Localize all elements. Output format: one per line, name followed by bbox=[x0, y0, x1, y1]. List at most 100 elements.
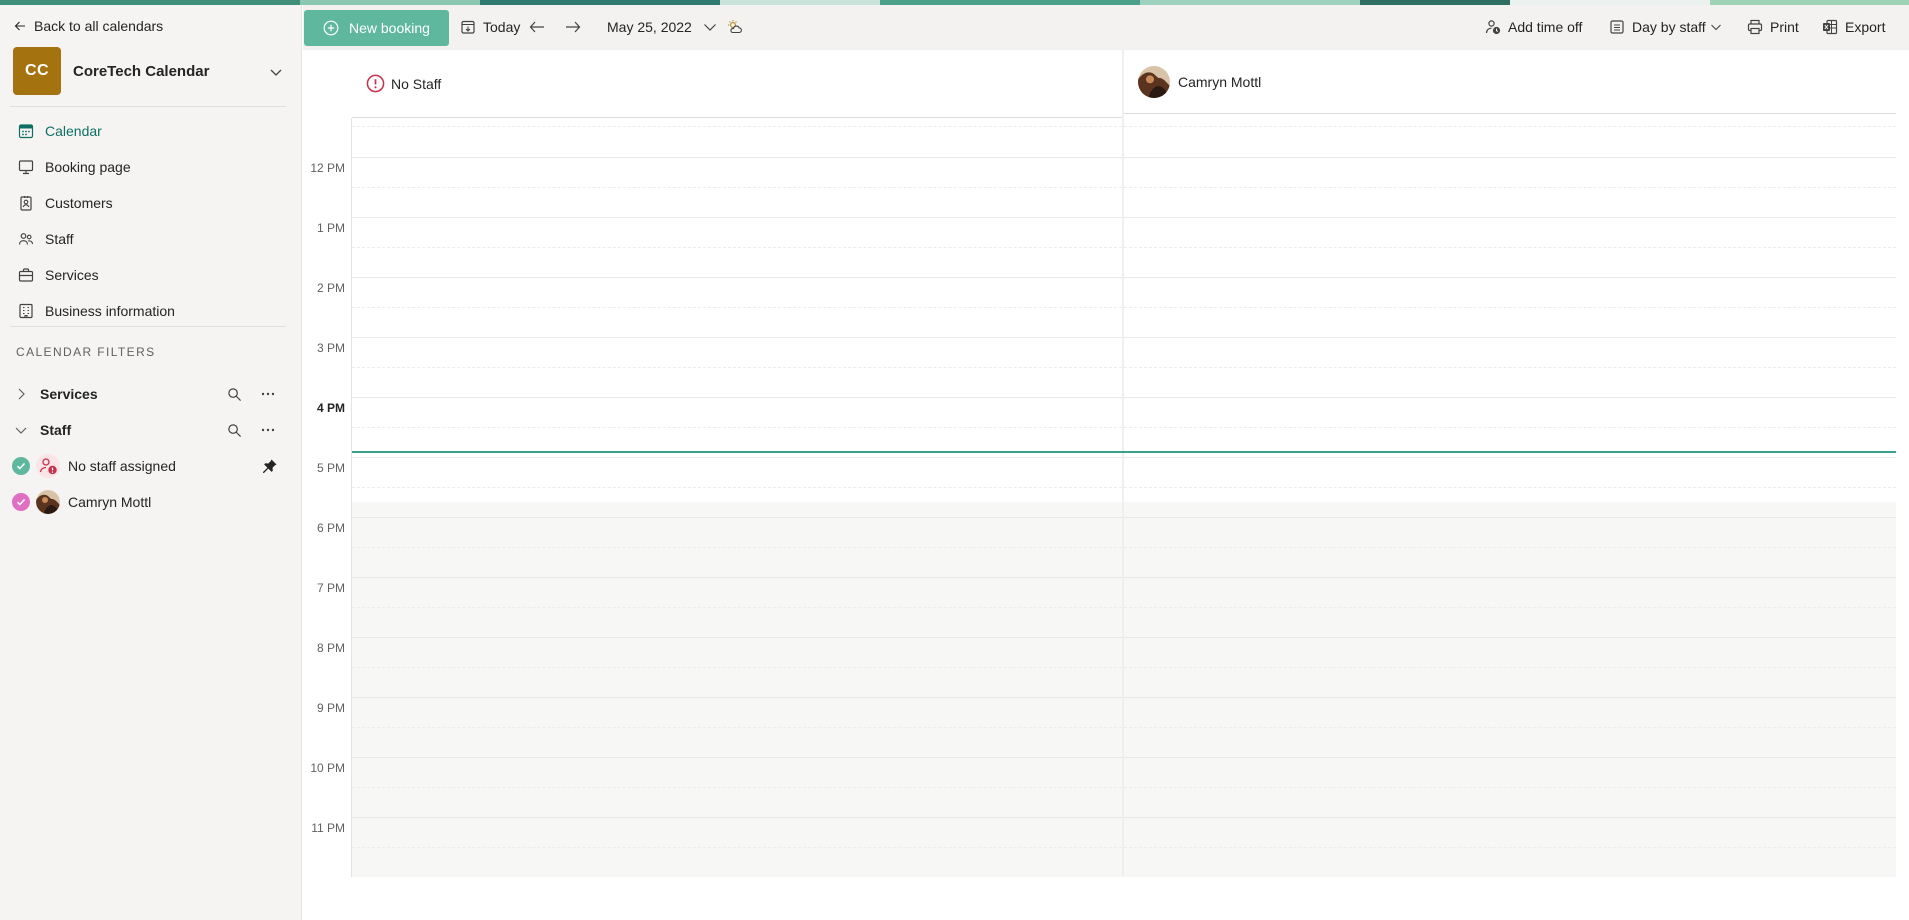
time-label-6pm: 6 PM bbox=[316, 521, 345, 535]
filter-group-services[interactable]: Services bbox=[0, 376, 302, 412]
people-icon bbox=[18, 233, 34, 245]
nav-item-label: Customers bbox=[45, 195, 113, 211]
arrow-left-icon bbox=[14, 21, 25, 31]
filter-group-staff[interactable]: Staff bbox=[0, 412, 302, 448]
add-time-off-label: Add time off bbox=[1508, 19, 1583, 35]
time-label-2pm: 2 PM bbox=[316, 281, 345, 295]
building-icon bbox=[19, 303, 33, 319]
calendar-switcher[interactable]: CC CoreTech Calendar bbox=[13, 47, 283, 95]
nav-item-business-information[interactable]: Business information bbox=[0, 293, 302, 329]
chevron-down-icon[interactable] bbox=[269, 65, 283, 79]
print-button[interactable]: Print bbox=[1747, 15, 1799, 39]
nav-item-booking-page[interactable]: Booking page bbox=[0, 149, 302, 185]
today-label: Today bbox=[483, 19, 521, 35]
new-booking-label: New booking bbox=[349, 20, 430, 36]
view-switcher[interactable]: Day by staff bbox=[1609, 15, 1722, 39]
day-calendar-grid: No Staff Camryn Mottl 12 PM 1 PM 2 PM 3 … bbox=[303, 50, 1909, 920]
pin-icon[interactable] bbox=[262, 458, 278, 474]
person-clock-icon bbox=[1485, 20, 1501, 35]
nav-item-label: Services bbox=[45, 267, 99, 283]
calendar-filters-title: CALENDAR FILTERS bbox=[16, 345, 156, 359]
previous-day-button[interactable] bbox=[529, 15, 545, 39]
contact-card-icon bbox=[20, 196, 32, 211]
nav-item-staff[interactable]: Staff bbox=[0, 221, 302, 257]
checkmark-icon[interactable] bbox=[12, 493, 30, 511]
time-label-1pm: 1 PM bbox=[316, 221, 345, 235]
staff-filter-camryn-mottl[interactable]: Camryn Mottl bbox=[0, 484, 302, 520]
nav-item-services[interactable]: Services bbox=[0, 257, 302, 293]
back-link-label: Back to all calendars bbox=[34, 18, 164, 34]
date-picker-dropdown[interactable] bbox=[702, 15, 718, 39]
search-icon[interactable] bbox=[227, 423, 242, 438]
calendar-today-icon bbox=[461, 20, 475, 34]
arrow-right-icon bbox=[566, 21, 581, 33]
time-label-7pm: 7 PM bbox=[316, 581, 345, 595]
nav-item-calendar[interactable]: Calendar bbox=[0, 113, 302, 149]
calendar-name: CoreTech Calendar bbox=[73, 62, 210, 80]
filter-group-label: Staff bbox=[40, 422, 72, 438]
sidebar: Back to all calendars CC CoreTech Calend… bbox=[0, 5, 302, 920]
current-date: May 25, 2022 bbox=[607, 19, 692, 35]
column-header-label: Camryn Mottl bbox=[1178, 73, 1262, 90]
nav-item-label: Staff bbox=[45, 231, 74, 247]
time-label-9pm: 9 PM bbox=[316, 701, 345, 715]
nav-item-label: Calendar bbox=[45, 123, 102, 139]
checkmark-icon[interactable] bbox=[12, 457, 30, 475]
add-circle-icon bbox=[323, 20, 339, 36]
arrow-left-icon bbox=[529, 21, 544, 33]
time-label-4pm: 4 PM bbox=[316, 401, 345, 415]
chevron-down-icon bbox=[1710, 24, 1721, 31]
search-icon[interactable] bbox=[227, 387, 242, 402]
time-label-10pm: 10 PM bbox=[310, 761, 345, 775]
timeslot-column-no-staff[interactable] bbox=[352, 118, 1122, 877]
more-options-icon[interactable] bbox=[260, 386, 276, 402]
time-label-8pm: 8 PM bbox=[316, 641, 345, 655]
briefcase-icon bbox=[18, 268, 34, 282]
back-to-calendars-link[interactable]: Back to all calendars bbox=[14, 18, 163, 34]
staff-filter-label: No staff assigned bbox=[68, 458, 176, 474]
command-bar: New booking Today May 25, 2022 Add time … bbox=[303, 5, 1909, 50]
avatar bbox=[36, 490, 60, 514]
unassigned-person-icon bbox=[36, 454, 60, 478]
time-label-5pm: 5 PM bbox=[316, 461, 345, 475]
new-booking-button[interactable]: New booking bbox=[304, 10, 449, 46]
filter-group-label: Services bbox=[40, 386, 98, 402]
time-label-3pm: 3 PM bbox=[316, 341, 345, 355]
divider bbox=[10, 106, 286, 107]
time-label-11pm: 11 PM bbox=[311, 821, 345, 835]
after-hours-area bbox=[352, 502, 1122, 877]
view-icon bbox=[1610, 20, 1624, 34]
grid-left-border bbox=[351, 118, 352, 877]
divider bbox=[10, 326, 286, 327]
column-header-camryn-mottl: Camryn Mottl bbox=[1124, 50, 1896, 114]
avatar bbox=[1138, 65, 1170, 98]
chevron-right-icon[interactable] bbox=[14, 387, 28, 401]
export-button[interactable]: Export bbox=[1822, 15, 1885, 39]
staff-filter-no-staff[interactable]: No staff assigned bbox=[0, 448, 302, 484]
staff-filter-label: Camryn Mottl bbox=[68, 494, 152, 510]
add-time-off-button[interactable]: Add time off bbox=[1485, 15, 1582, 39]
date-picker[interactable]: May 25, 2022 bbox=[607, 15, 692, 39]
chevron-down-icon[interactable] bbox=[14, 423, 28, 437]
more-options-icon[interactable] bbox=[260, 422, 276, 438]
nav-item-customers[interactable]: Customers bbox=[0, 185, 302, 221]
nav-item-label: Booking page bbox=[45, 159, 131, 175]
print-label: Print bbox=[1770, 19, 1799, 35]
export-label: Export bbox=[1845, 19, 1886, 35]
next-day-button[interactable] bbox=[565, 15, 581, 39]
chevron-down-icon bbox=[704, 24, 716, 31]
nav-item-label: Business information bbox=[45, 303, 175, 319]
after-hours-area bbox=[1124, 502, 1896, 877]
monitor-icon bbox=[18, 160, 34, 175]
weather-partly-cloudy-icon bbox=[728, 20, 742, 34]
calendar-avatar: CC bbox=[13, 47, 61, 95]
column-header-label: No Staff bbox=[391, 75, 442, 92]
today-button[interactable]: Today bbox=[460, 15, 520, 39]
excel-export-icon bbox=[1823, 19, 1838, 35]
weather-button[interactable] bbox=[727, 15, 743, 39]
alert-circle-icon bbox=[366, 74, 385, 93]
timeslot-column-camryn-mottl[interactable] bbox=[1124, 118, 1896, 877]
main-nav: Calendar Booking page Customers Staff Se… bbox=[0, 113, 302, 329]
print-icon bbox=[1747, 19, 1763, 35]
calendar-icon bbox=[18, 124, 34, 139]
